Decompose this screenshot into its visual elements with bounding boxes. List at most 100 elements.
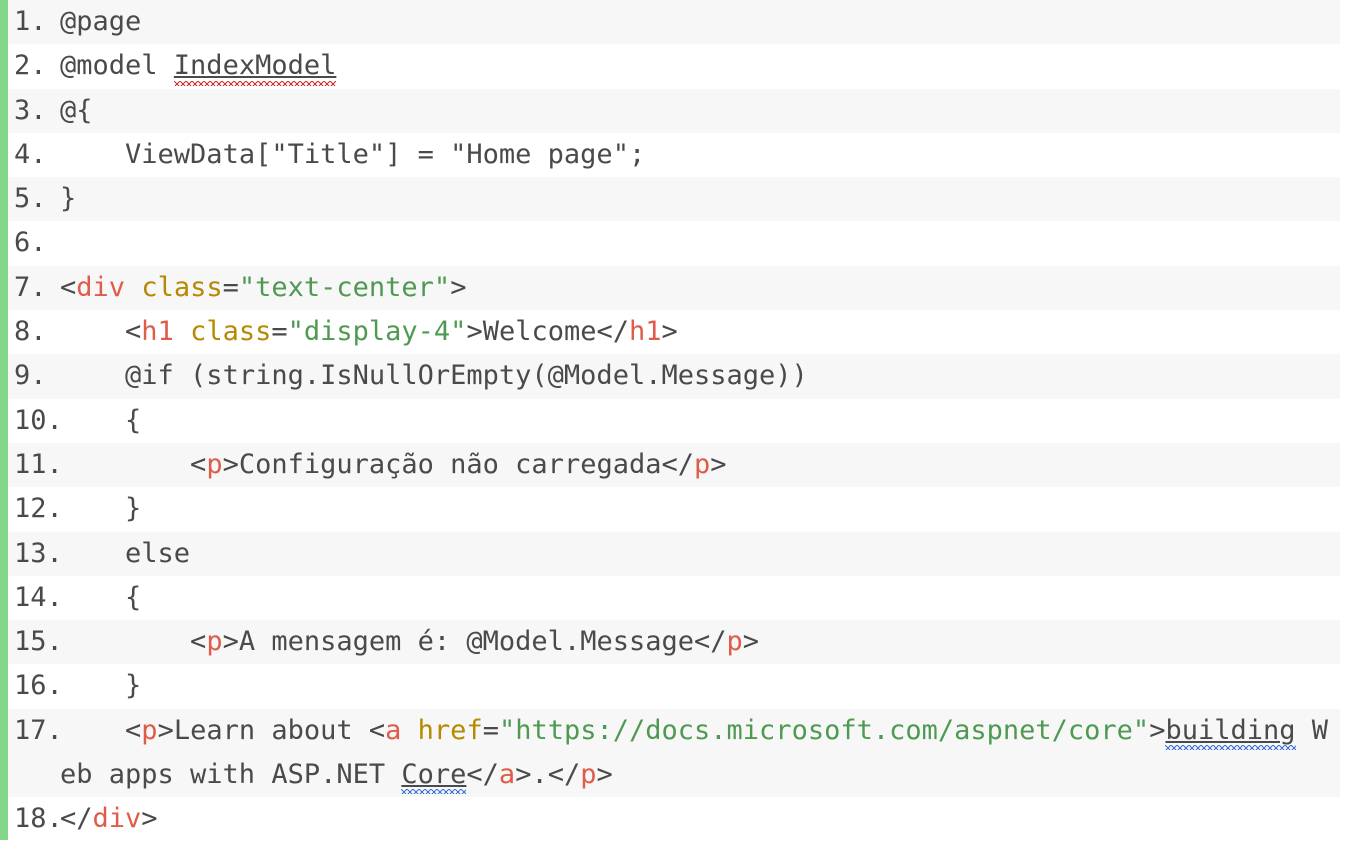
code-line[interactable]: 18. </div> — [0, 797, 1340, 842]
code-token: > — [1149, 714, 1166, 746]
line-number: 10. — [14, 404, 63, 436]
code-token: a — [498, 759, 516, 791]
code-token: ViewData["Title"] = "Home page"; — [60, 138, 646, 170]
code-line[interactable]: 5.} — [0, 177, 1340, 222]
code-line[interactable]: 17. <p>Learn about <a href="https://docs… — [0, 708, 1340, 798]
line-code[interactable]: </div> — [60, 797, 1340, 841]
line-number: 12. — [14, 493, 63, 525]
code-token: a — [385, 714, 402, 746]
code-line[interactable]: 4. ViewData["Title"] = "Home page"; — [0, 132, 1340, 178]
line-code[interactable]: <h1 class="display-4">Welcome</h1> — [60, 310, 1340, 354]
code-line[interactable]: 8. <h1 class="display-4">Welcome</h1> — [0, 310, 1340, 355]
line-code[interactable]: { — [60, 399, 1340, 443]
line-code[interactable]: } — [60, 487, 1340, 531]
code-line[interactable]: 13. else — [0, 531, 1340, 576]
code-token: } — [60, 183, 77, 215]
editor-accent-bar — [0, 0, 8, 840]
code-line[interactable]: 14. { — [0, 575, 1340, 621]
line-number: 9. — [14, 360, 47, 392]
code-token: > — [710, 448, 727, 480]
line-code[interactable]: } — [60, 664, 1340, 708]
code-token: = — [271, 316, 288, 348]
line-number: 15. — [14, 626, 63, 658]
code-line[interactable]: 15. <p>A mensagem é: @Model.Message</p> — [0, 620, 1340, 665]
code-line[interactable]: 2. @model IndexModel — [0, 44, 1340, 89]
code-token: = — [482, 714, 499, 746]
code-token: < — [60, 316, 142, 348]
code-token: > — [450, 271, 467, 303]
code-token: >A mensagem é: @Model.Message</ — [222, 626, 727, 658]
code-token: > — [596, 759, 613, 791]
line-number: 5. — [14, 183, 47, 215]
code-token: > — [661, 316, 678, 348]
line-number: 17. — [14, 714, 63, 746]
code-token: @page — [60, 6, 142, 37]
code-token: >.</ — [515, 759, 581, 791]
code-token: > — [141, 803, 158, 835]
line-code[interactable]: <p>Configuração não carregada</p> — [60, 443, 1340, 487]
line-number: 13. — [14, 537, 63, 569]
code-line[interactable]: 9. @if (string.IsNullOrEmpty(@Model.Mess… — [0, 354, 1340, 399]
line-number: 7. — [14, 271, 47, 303]
code-line[interactable]: 10. { — [0, 398, 1340, 443]
code-token: </ — [60, 803, 93, 835]
code-listing[interactable]: 1. @page 2. @model IndexModel 3. @{4. ViewDat… — [0, 0, 1354, 854]
code-token: p — [580, 759, 597, 791]
code-token: } — [60, 493, 142, 525]
code-line[interactable]: 6. — [0, 221, 1340, 266]
line-number: 1. — [14, 6, 47, 37]
code-token: @if (string.IsNullOrEmpty(@Model.Message… — [60, 360, 808, 392]
code-token: { — [60, 404, 142, 436]
line-code[interactable]: <div class="text-center"> — [60, 266, 1340, 310]
code-token: @model — [60, 50, 174, 82]
line-code[interactable]: @page — [60, 0, 1340, 44]
code-lines-container[interactable]: 1. @page 2. @model IndexModel 3. @{4. ViewDat… — [0, 0, 1354, 842]
code-token: = — [222, 271, 239, 303]
code-token: < — [60, 448, 207, 480]
line-code[interactable]: ViewData["Title"] = "Home page"; — [60, 133, 1340, 177]
code-token: "text-center" — [238, 271, 451, 303]
code-token: p — [693, 448, 711, 480]
line-code[interactable]: @{ — [60, 89, 1340, 133]
spellcheck-error-token: IndexModel — [173, 44, 336, 88]
code-token: < — [60, 271, 77, 303]
line-code[interactable]: <p>Learn about <a href="https://docs.mic… — [60, 709, 1340, 798]
line-number: 18. — [14, 803, 63, 835]
code-token: @{ — [60, 94, 93, 126]
line-code[interactable]: { — [60, 576, 1340, 620]
line-code[interactable]: @if (string.IsNullOrEmpty(@Model.Message… — [60, 354, 1340, 398]
code-line[interactable]: 1. @page — [0, 0, 1340, 45]
code-token: h1 — [141, 316, 174, 348]
code-token: >Welcome</ — [466, 316, 629, 348]
code-token: else — [60, 537, 191, 569]
line-number: 14. — [14, 581, 63, 613]
code-line[interactable]: 12. } — [0, 487, 1340, 532]
code-token: class — [190, 316, 272, 348]
line-code[interactable]: <p>A mensagem é: @Model.Message</p> — [60, 620, 1340, 664]
code-token: } — [60, 670, 142, 702]
code-token: div — [92, 803, 142, 835]
line-number: 4. — [14, 138, 47, 170]
line-code[interactable]: else — [60, 532, 1340, 576]
code-token: "https://docs.microsoft.com/aspnet/core" — [498, 714, 1150, 746]
code-line[interactable]: 7. <div class="text-center"> — [0, 265, 1340, 311]
code-token: >Learn about < — [157, 714, 386, 746]
grammar-warning-token: Core — [401, 753, 467, 797]
code-token: p — [206, 626, 223, 658]
code-line[interactable]: 3. @{ — [0, 88, 1340, 133]
line-code[interactable]: } — [60, 177, 1340, 221]
grammar-warning-token: building — [1165, 709, 1296, 753]
code-token: "display-4" — [287, 316, 467, 348]
line-number: 11. — [14, 448, 63, 480]
line-number: 8. — [14, 316, 47, 348]
code-token: h1 — [629, 316, 662, 348]
code-line[interactable]: 16. } — [0, 664, 1340, 709]
line-code[interactable]: @model IndexModel — [60, 44, 1340, 88]
code-token: class — [141, 271, 223, 303]
line-number: 2. — [14, 50, 47, 82]
code-line[interactable]: 11. <p>Configuração não carregada</p> — [0, 442, 1340, 488]
line-number: 16. — [14, 670, 63, 702]
